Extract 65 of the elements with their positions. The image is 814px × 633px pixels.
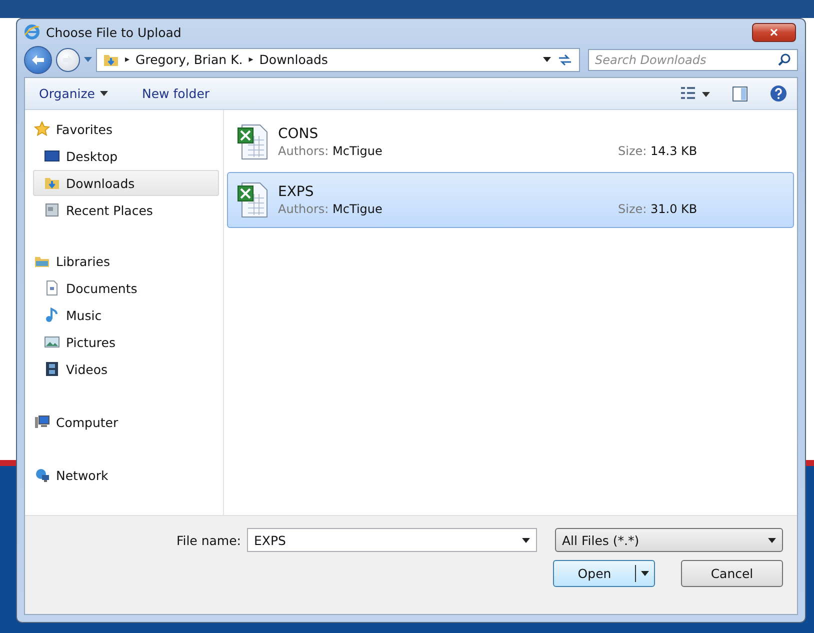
sidebar-item[interactable]: Music	[33, 302, 219, 328]
file-type-dropdown[interactable]: All Files (*.*)	[555, 528, 783, 552]
file-row[interactable]: CONS Authors: McTigue Size: 14.3 KB	[227, 114, 794, 170]
file-size: 14.3 KB	[650, 144, 698, 158]
caret-icon	[768, 538, 776, 542]
arrow-left-icon	[31, 54, 45, 66]
pictures-icon	[44, 334, 60, 350]
refresh-icon[interactable]	[557, 54, 573, 66]
file-name: CONS	[278, 126, 320, 142]
forward-button[interactable]	[56, 48, 80, 72]
open-button[interactable]: Open	[553, 560, 655, 587]
author-name: McTigue	[332, 144, 382, 158]
sidebar-item[interactable]: Recent Places	[33, 197, 219, 223]
sidebar-item[interactable]: Downloads	[33, 170, 219, 196]
document-icon	[44, 280, 60, 296]
breadcrumb-item[interactable]: Gregory, Brian K.	[136, 52, 243, 68]
sidebar-item[interactable]: Favorites	[33, 116, 219, 142]
preview-pane-icon[interactable]	[732, 86, 748, 102]
sidebar-item[interactable]: Libraries	[33, 248, 219, 274]
window-title: Choose File to Upload	[46, 24, 182, 40]
folder-icon	[44, 175, 60, 191]
star-icon	[34, 121, 50, 137]
close-button[interactable]: ×	[752, 22, 796, 42]
authors-label: Authors:	[278, 144, 329, 158]
file-size: 31.0 KB	[650, 202, 698, 216]
search-field[interactable]: Search Downloads	[588, 48, 798, 71]
caret-icon	[543, 57, 551, 62]
recent-places-icon	[44, 202, 60, 218]
breadcrumb-item[interactable]: Downloads	[259, 52, 328, 68]
help-icon[interactable]	[770, 85, 787, 102]
address-bar[interactable]: ▸ Gregory, Brian K. ▸ Downloads	[96, 48, 580, 72]
file-name-label: File name:	[176, 532, 241, 548]
view-options-icon[interactable]	[680, 86, 710, 102]
browser-logo-icon	[24, 24, 40, 40]
film-icon	[44, 361, 60, 377]
sidebar-item[interactable]: Documents	[33, 275, 219, 301]
file-name: EXPS	[278, 184, 315, 200]
caret-icon	[84, 57, 92, 62]
music-note-icon	[44, 307, 60, 323]
author-name: McTigue	[332, 202, 382, 216]
arrow-right-icon	[62, 54, 74, 65]
separator-glyph: ▸	[248, 54, 254, 65]
file-name-field[interactable]: EXPS	[247, 528, 537, 552]
caret-icon	[522, 538, 530, 542]
sidebar-item[interactable]: Pictures	[33, 329, 219, 355]
sidebar-item[interactable]: Network	[33, 462, 219, 488]
search-icon	[778, 53, 791, 66]
spreadsheet-file-icon	[236, 122, 270, 162]
monitor-icon	[44, 148, 60, 164]
separator-glyph: ▸	[125, 54, 130, 65]
sidebar-item[interactable]: Computer	[33, 409, 219, 435]
cancel-button[interactable]: Cancel	[681, 560, 783, 587]
file-row[interactable]: EXPS Authors: McTigue Size: 31.0 KB	[227, 172, 794, 228]
sidebar-item[interactable]: Videos	[33, 356, 219, 382]
caret-icon	[641, 571, 649, 576]
back-button[interactable]	[24, 46, 52, 74]
authors-label: Authors:	[278, 202, 329, 216]
spreadsheet-file-icon	[236, 180, 270, 220]
toolbar-button[interactable]: New folder	[138, 84, 214, 103]
toolbar-button[interactable]: Organize	[35, 84, 112, 103]
size-label: Size:	[618, 202, 647, 216]
computer-icon	[34, 414, 50, 430]
sidebar-item[interactable]: Desktop	[33, 143, 219, 169]
size-label: Size:	[618, 144, 647, 158]
network-icon	[34, 467, 50, 483]
